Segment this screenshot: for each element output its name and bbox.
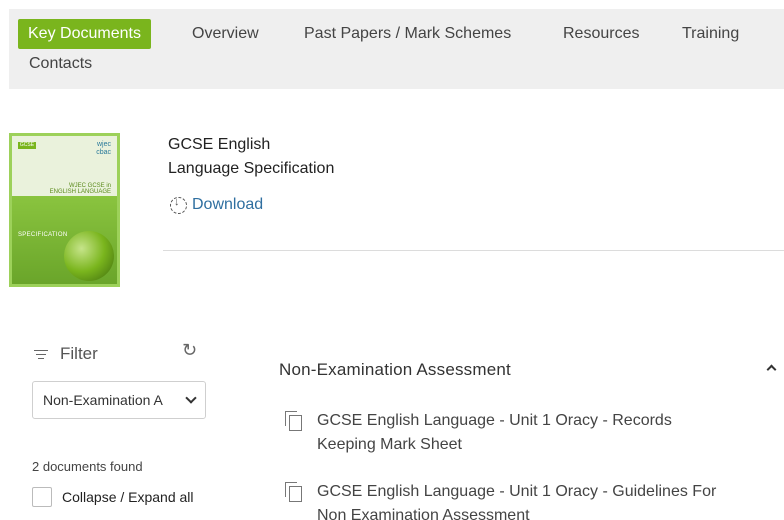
cover-badge: GCSE <box>18 142 36 149</box>
tab-key-documents[interactable]: Key Documents <box>18 19 151 49</box>
document-item-line2: Keeping Mark Sheet <box>317 436 462 453</box>
download-label: Download <box>192 196 264 213</box>
tab-contacts[interactable]: Contacts <box>29 49 92 79</box>
cover-logo-line2: cbac <box>96 149 111 156</box>
cover-logo-line1: wjec <box>96 141 111 148</box>
document-title: GCSE English Language Specification <box>168 133 334 181</box>
tab-overview[interactable]: Overview <box>192 19 259 49</box>
divider <box>163 250 784 251</box>
documents-found-count: 2 documents found <box>32 459 143 474</box>
cover-apple-image <box>64 231 114 281</box>
section-title[interactable]: Non-Examination Assessment <box>279 360 511 380</box>
download-circle-icon <box>170 196 187 214</box>
cover-title: WJEC GCSE in ENGLISH LANGUAGE <box>50 183 111 195</box>
cover-logo: wjec cbac <box>96 141 111 157</box>
filter-select-value: Non-Examination A <box>43 392 163 408</box>
download-link[interactable]: Download <box>170 196 263 214</box>
chevron-up-icon[interactable] <box>766 364 777 375</box>
cover-title-line2: ENGLISH LANGUAGE <box>49 189 111 195</box>
document-item-text: GCSE English Language - Unit 1 Oracy - R… <box>317 409 672 457</box>
document-title-line2: Language Specification <box>168 160 335 177</box>
document-item-line2: Non Examination Assessment <box>317 507 530 520</box>
collapse-checkbox[interactable] <box>32 487 52 507</box>
tab-training[interactable]: Training <box>682 19 739 49</box>
collapse-label: Collapse / Expand all <box>62 489 194 505</box>
filter-heading: Filter <box>34 344 98 364</box>
document-list-item[interactable]: GCSE English Language - Unit 1 Oracy - R… <box>285 409 755 457</box>
filter-select[interactable]: Non-Examination A <box>32 381 206 419</box>
copy-document-icon <box>285 482 303 502</box>
tab-resources[interactable]: Resources <box>563 19 639 49</box>
refresh-icon[interactable]: ↻ <box>182 340 197 361</box>
document-list-item[interactable]: GCSE English Language - Unit 1 Oracy - G… <box>285 480 755 520</box>
chevron-down-icon <box>185 392 197 404</box>
document-item-line1: GCSE English Language - Unit 1 Oracy - G… <box>317 483 717 500</box>
cover-spec-label: SPECIFICATION <box>18 232 68 238</box>
filter-label: Filter <box>60 344 98 363</box>
filter-lines-icon <box>34 349 48 359</box>
document-cover-thumbnail[interactable]: GCSE wjec cbac WJEC GCSE in ENGLISH LANG… <box>9 133 120 287</box>
document-item-line1: GCSE English Language - Unit 1 Oracy - R… <box>317 412 672 429</box>
document-item-text: GCSE English Language - Unit 1 Oracy - G… <box>317 480 716 520</box>
collapse-expand-all[interactable]: Collapse / Expand all <box>32 487 194 507</box>
document-title-line1: GCSE English <box>168 136 271 153</box>
copy-document-icon <box>285 411 303 431</box>
tab-past-papers[interactable]: Past Papers / Mark Schemes <box>304 19 511 49</box>
